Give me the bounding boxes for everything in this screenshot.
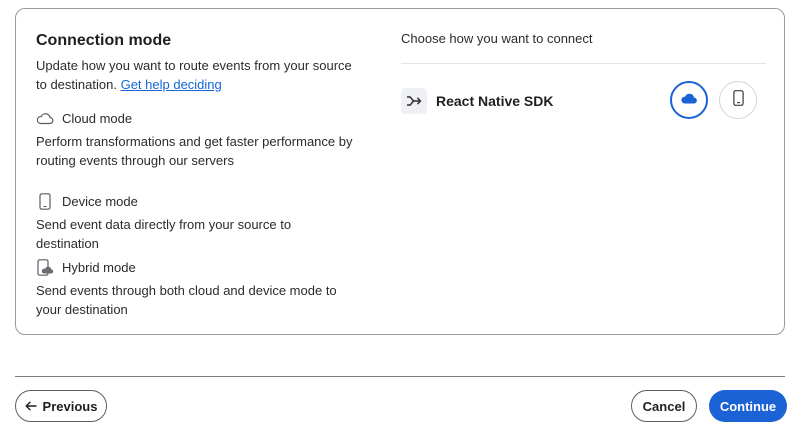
device-mode-toggle[interactable] bbox=[719, 81, 757, 119]
hybrid-mode-description: Send events through both cloud and devic… bbox=[36, 283, 337, 317]
help-link[interactable]: Get help deciding bbox=[121, 77, 222, 92]
cloud-mode-label: Cloud mode bbox=[62, 110, 133, 126]
source-row: React Native SDK bbox=[401, 88, 554, 114]
cancel-button[interactable]: Cancel bbox=[631, 390, 697, 422]
card-description: Update how you want to route events from… bbox=[36, 57, 356, 94]
cloud-outline-icon bbox=[36, 109, 54, 127]
hybrid-mode-label: Hybrid mode bbox=[62, 259, 136, 275]
cloud-mode-toggle[interactable] bbox=[670, 81, 708, 119]
merge-arrow-icon bbox=[401, 88, 427, 114]
cloud-mode-heading: Cloud mode bbox=[36, 109, 132, 127]
previous-label: Previous bbox=[42, 398, 98, 414]
continue-button[interactable]: Continue bbox=[709, 390, 787, 422]
hybrid-mode-heading: Hybrid mode bbox=[36, 258, 136, 276]
cloud-filled-icon bbox=[680, 91, 698, 110]
card-title: Connection mode bbox=[36, 32, 172, 49]
phone-outline-icon bbox=[36, 192, 54, 210]
device-mode-heading: Device mode bbox=[36, 192, 138, 210]
device-mode-description: Send event data directly from your sourc… bbox=[36, 217, 292, 251]
connect-heading: Choose how you want to connect bbox=[401, 31, 593, 46]
hybrid-icon bbox=[36, 258, 54, 276]
panel-divider bbox=[401, 63, 766, 64]
previous-button[interactable]: Previous bbox=[15, 390, 107, 422]
cloud-mode-description: Perform transformations and get faster p… bbox=[36, 134, 353, 168]
source-name: React Native SDK bbox=[436, 93, 554, 109]
device-mode-label: Device mode bbox=[62, 193, 138, 209]
arrow-left-icon bbox=[25, 401, 37, 411]
footer-divider bbox=[15, 376, 785, 377]
connection-mode-card: Connection mode Update how you want to r… bbox=[15, 8, 785, 335]
phone-icon bbox=[732, 89, 744, 111]
